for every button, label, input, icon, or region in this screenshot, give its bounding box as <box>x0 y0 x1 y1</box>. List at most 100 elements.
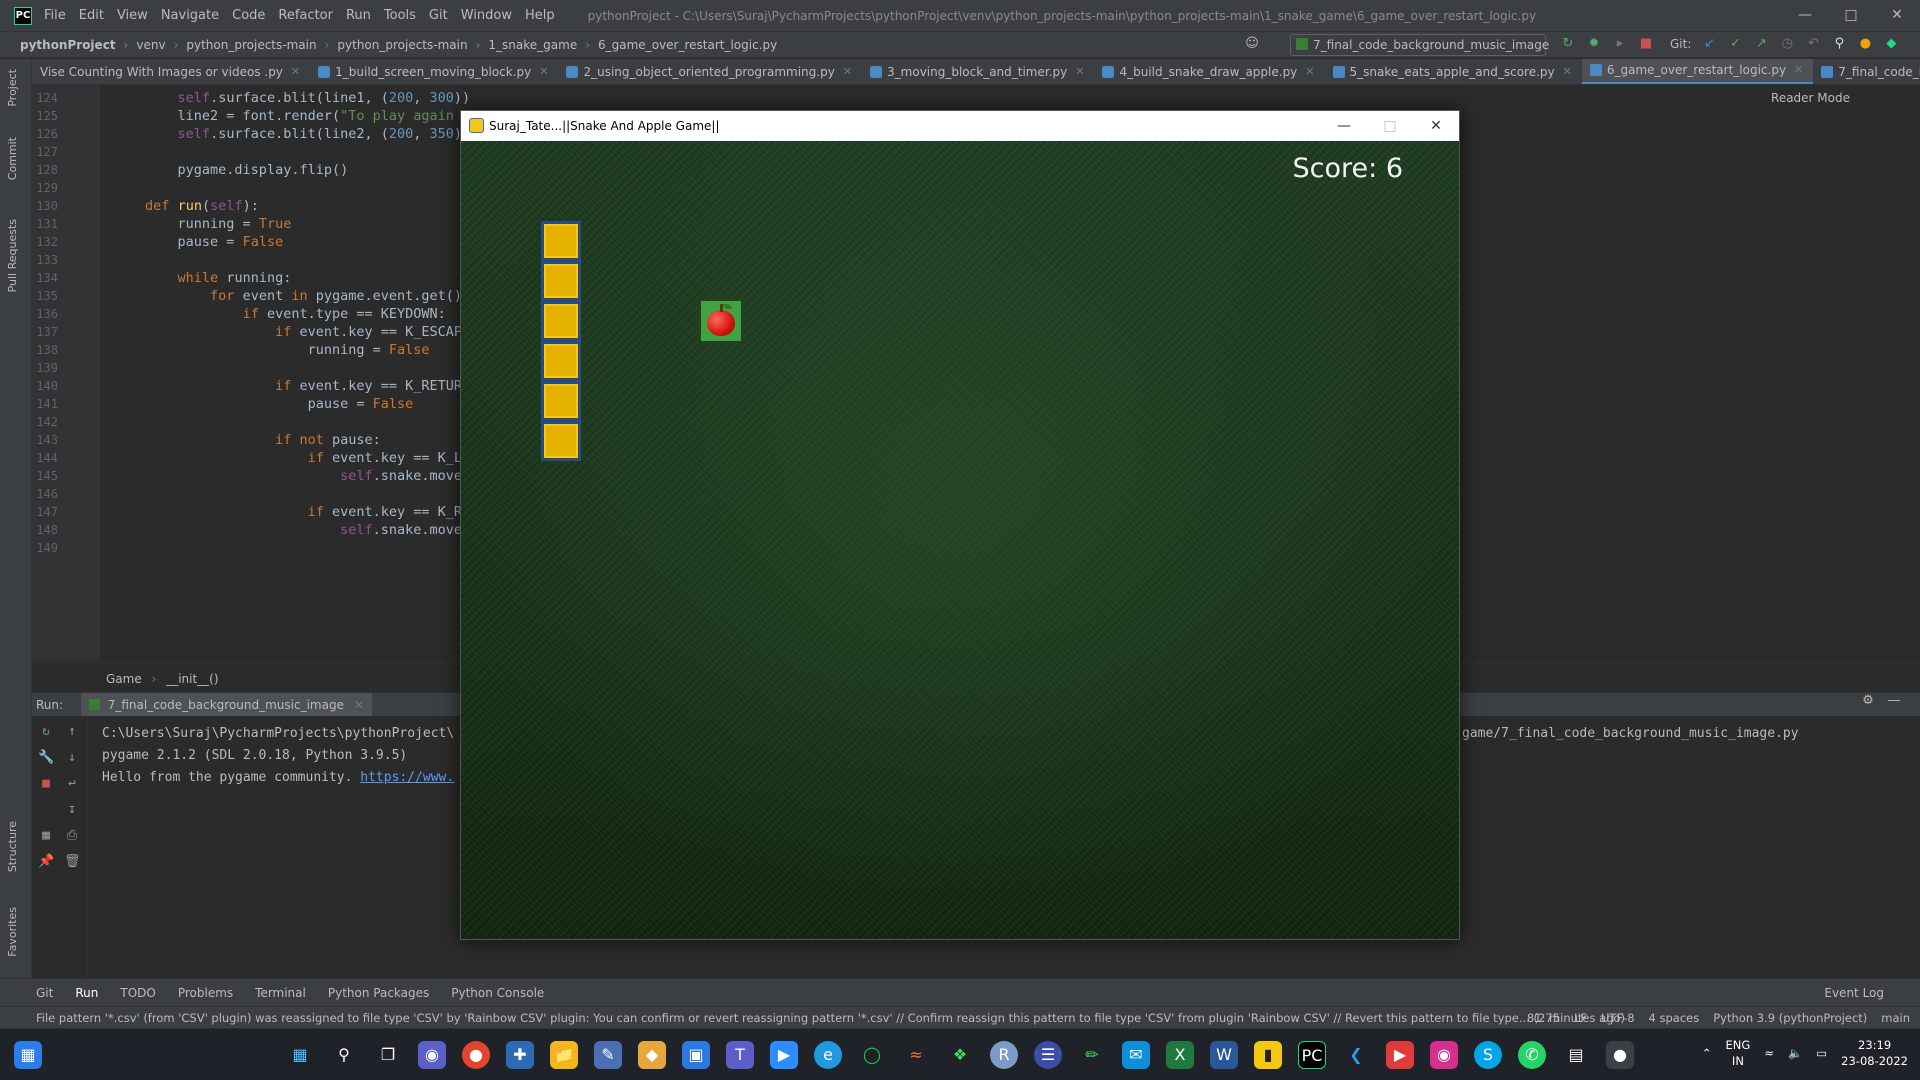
r-icon[interactable]: R <box>990 1041 1018 1069</box>
close-tab-icon[interactable]: ✕ <box>1305 59 1314 84</box>
app-icon[interactable]: ✏ <box>1078 1041 1106 1069</box>
status-widget[interactable]: LF <box>1574 1007 1587 1029</box>
coverage-icon[interactable]: ▸ <box>1612 36 1628 52</box>
app-icon[interactable]: ✉ <box>1122 1041 1150 1069</box>
layout-icon[interactable]: ▦ <box>38 828 54 844</box>
python-icon[interactable]: ● <box>1606 1041 1634 1069</box>
scroll-to-end-icon[interactable]: ↧ <box>64 802 80 818</box>
minimize-icon[interactable]: — <box>1321 111 1367 141</box>
jupyter-icon[interactable]: ≈ <box>902 1041 930 1069</box>
breadcrumb-item[interactable]: venv <box>136 38 165 52</box>
up-arrow-icon[interactable]: ↑ <box>64 724 80 740</box>
zoom-icon[interactable]: ▶ <box>770 1041 798 1069</box>
editor-tab[interactable]: Vise Counting With Images or videos .py ✕ <box>32 59 310 84</box>
trash-icon[interactable]: 🗑 <box>64 854 81 870</box>
app-icon[interactable]: ✎ <box>594 1041 622 1069</box>
app-icon[interactable]: ☰ <box>1034 1041 1062 1069</box>
clock[interactable]: 23:19 23-08-2022 <box>1841 1037 1908 1069</box>
app-icon[interactable]: ▤ <box>1562 1041 1590 1069</box>
app-icon[interactable]: ✚ <box>506 1041 534 1069</box>
menu-item-refactor[interactable]: Refactor <box>278 8 333 23</box>
maximize-icon[interactable]: □ <box>1828 0 1874 31</box>
store-icon[interactable]: ▣ <box>682 1041 710 1069</box>
tool-window-python-packages[interactable]: Python Packages <box>328 986 429 1000</box>
language-indicator[interactable]: ENG IN <box>1726 1037 1751 1069</box>
menu-item-file[interactable]: File <box>44 8 66 23</box>
teams-icon[interactable]: T <box>726 1041 754 1069</box>
breadcrumb-item[interactable]: pythonProject <box>20 38 116 52</box>
chat-icon[interactable]: ◉ <box>418 1041 446 1069</box>
editor-tab[interactable]: 5_snake_eats_apple_and_score.py ✕ <box>1325 59 1582 84</box>
debug-icon[interactable]: ✹ <box>1586 36 1602 52</box>
chevron-up-icon[interactable]: ⌃ <box>1702 1046 1712 1060</box>
soft-wrap-icon[interactable]: ↩ <box>64 776 80 792</box>
status-widget[interactable]: 81:75 <box>1527 1007 1560 1029</box>
chrome-icon[interactable]: ● <box>462 1041 490 1069</box>
close-icon[interactable]: ✕ <box>1413 111 1459 141</box>
excel-icon[interactable]: X <box>1166 1041 1194 1069</box>
stop-icon[interactable]: ■ <box>38 776 54 792</box>
pin-icon[interactable]: 📌 <box>38 854 54 870</box>
tool-window-todo[interactable]: TODO <box>120 986 155 1000</box>
gear-icon[interactable]: ⚙ <box>1860 693 1876 709</box>
instagram-icon[interactable]: ◉ <box>1430 1041 1458 1069</box>
app-icon[interactable]: ❖ <box>946 1041 974 1069</box>
power-bi-icon[interactable]: ▮ <box>1254 1041 1282 1069</box>
close-tab-icon[interactable]: ✕ <box>354 698 364 712</box>
status-widget[interactable]: Python 3.9 (pythonProject) <box>1713 1007 1867 1029</box>
close-tab-icon[interactable]: ✕ <box>1075 59 1084 84</box>
menu-item-code[interactable]: Code <box>232 8 265 23</box>
stop-icon[interactable]: ■ <box>1638 36 1654 52</box>
git-commit-icon[interactable]: ✓ <box>1727 36 1743 52</box>
pycharm-icon[interactable]: PC <box>1298 1041 1326 1069</box>
editor-tab[interactable]: 6_game_over_restart_logic.py ✕ <box>1581 59 1814 84</box>
close-tab-icon[interactable]: ✕ <box>291 59 300 84</box>
commit-tool-tab[interactable]: Commit <box>6 137 19 180</box>
tool-window-run[interactable]: Run <box>75 986 98 1000</box>
menu-item-edit[interactable]: Edit <box>79 8 104 23</box>
app-icon[interactable]: ◯ <box>858 1041 886 1069</box>
menu-item-tools[interactable]: Tools <box>384 8 416 23</box>
structure-tool-tab[interactable]: Structure <box>6 821 19 872</box>
whatsapp-icon[interactable]: ✆ <box>1518 1041 1546 1069</box>
file-explorer-icon[interactable]: 📁 <box>550 1041 578 1069</box>
status-message[interactable]: File pattern '*.csv' (from 'CSV' plugin)… <box>36 1011 1625 1025</box>
menu-item-help[interactable]: Help <box>525 8 555 23</box>
favorites-tool-tab[interactable]: Favorites <box>6 907 19 957</box>
git-push-icon[interactable]: ↗ <box>1753 36 1769 52</box>
word-icon[interactable]: W <box>1210 1041 1238 1069</box>
git-update-icon[interactable]: ↙ <box>1701 36 1717 52</box>
wrench-icon[interactable]: 🔧 <box>38 750 54 766</box>
tool-window-problems[interactable]: Problems <box>178 986 233 1000</box>
tool-window-terminal[interactable]: Terminal <box>255 986 306 1000</box>
editor-tab[interactable]: 2_using_object_oriented_programming.py ✕ <box>558 59 862 84</box>
plugin-icon[interactable]: ◆ <box>1883 36 1899 52</box>
battery-icon[interactable]: ▭ <box>1816 1046 1827 1060</box>
code-breadcrumb-method[interactable]: __init__() <box>166 672 218 686</box>
close-tab-icon[interactable]: ✕ <box>1794 59 1803 83</box>
wifi-icon[interactable]: ≈ <box>1764 1046 1774 1060</box>
menu-item-navigate[interactable]: Navigate <box>161 8 219 23</box>
down-arrow-icon[interactable]: ↓ <box>64 750 80 766</box>
print-icon[interactable]: ⎙ <box>64 828 80 844</box>
skype-icon[interactable]: S <box>1474 1041 1502 1069</box>
menu-item-window[interactable]: Window <box>461 8 512 23</box>
update-icon[interactable]: ● <box>1857 36 1873 52</box>
code-breadcrumb-class[interactable]: Game <box>106 672 142 686</box>
status-widget[interactable]: UTF-8 <box>1601 1007 1635 1029</box>
hide-panel-icon[interactable]: — <box>1886 693 1902 709</box>
tool-window-python-console[interactable]: Python Console <box>451 986 544 1000</box>
app-icon[interactable]: ▶ <box>1386 1041 1414 1069</box>
rerun-icon[interactable]: ↻ <box>38 724 54 740</box>
editor-tab[interactable]: 3_moving_block_and_timer.py ✕ <box>862 59 1094 84</box>
history-icon[interactable]: ◷ <box>1779 36 1795 52</box>
rollback-icon[interactable]: ↶ <box>1805 36 1821 52</box>
menu-item-git[interactable]: Git <box>429 8 448 23</box>
status-widget[interactable]: main <box>1881 1007 1910 1029</box>
close-tab-icon[interactable]: ✕ <box>1563 59 1572 84</box>
app-icon[interactable]: ◆ <box>638 1041 666 1069</box>
breadcrumb-item[interactable]: python_projects-main <box>337 38 467 52</box>
reader-mode-toggle[interactable]: Reader Mode <box>1771 91 1850 105</box>
menu-item-run[interactable]: Run <box>346 8 371 23</box>
volume-icon[interactable]: 🔈 <box>1788 1046 1802 1060</box>
